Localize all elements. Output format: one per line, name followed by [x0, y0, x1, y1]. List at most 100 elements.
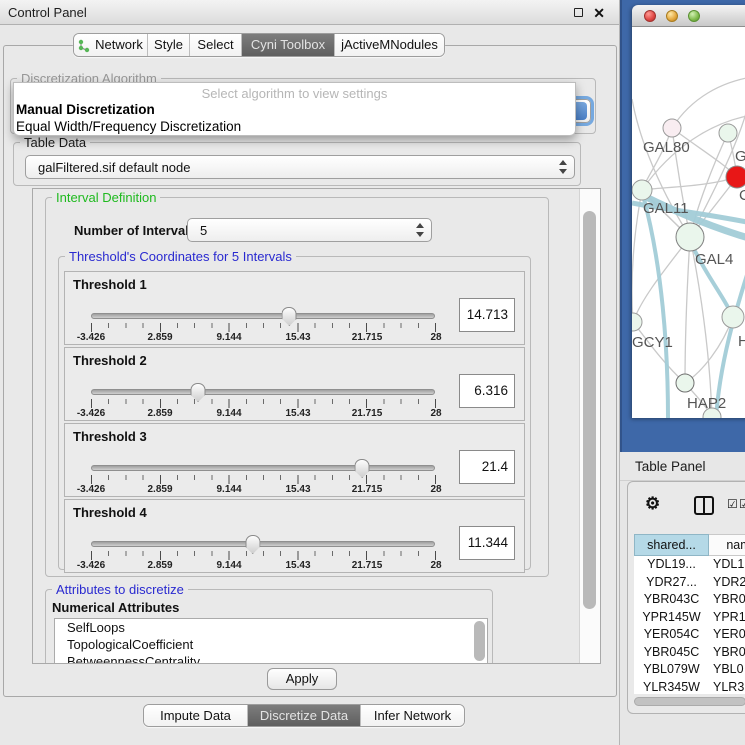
scale-label: 28	[430, 408, 441, 419]
slider-scale-labels: -3.426 2.859 9.144 15.43 21.715 28	[91, 484, 436, 496]
network-canvas[interactable]: GAL80 GA C GAL11 GAL4 H GCY1 HAP2	[632, 27, 745, 418]
tab-infer-network[interactable]: Infer Network	[361, 705, 464, 726]
scale-label: 21.715	[352, 408, 383, 419]
table-panel-titlebar: Table Panel	[620, 452, 745, 481]
panel-title: Control Panel	[8, 0, 87, 25]
thresholds-group-title: Threshold's Coordinates for 5 Intervals	[65, 249, 296, 264]
scale-label: 2.859	[147, 560, 172, 571]
network-view-window[interactable]: GAL80 GA C GAL11 GAL4 H GCY1 HAP2	[632, 5, 745, 418]
scale-label: 9.144	[216, 332, 241, 343]
table-row[interactable]: YBR045C YBR0	[634, 644, 745, 662]
table-rows: YDL19... YDL1 YDR27... YDR2 YBR043C YBR0…	[634, 556, 745, 694]
scale-label: -3.426	[77, 332, 105, 343]
tab-impute-data[interactable]: Impute Data	[144, 705, 248, 726]
tab-cyni-toolbox-label: Cyni Toolbox	[251, 34, 325, 56]
table-row[interactable]: YBR043C YBR0	[634, 591, 745, 609]
scale-label: 15.43	[285, 560, 310, 571]
minimize-traffic-light-icon[interactable]	[666, 10, 678, 22]
tab-cyni-toolbox[interactable]: Cyni Toolbox	[242, 34, 335, 56]
table-panel-title: Table Panel	[635, 452, 706, 481]
dropdown-item-equal-width[interactable]: Equal Width/Frequency Discretization	[16, 119, 241, 134]
table-row[interactable]: YER054C YER0	[634, 626, 745, 644]
checked-checkbox-icon[interactable]: ☑	[727, 498, 738, 510]
interval-definition-title: Interval Definition	[52, 190, 160, 205]
table-data-combobox[interactable]: galFiltered.sif default node	[25, 155, 575, 179]
threshold-2-value-field[interactable]: 6.316	[459, 374, 515, 408]
thresholds-group: Threshold's Coordinates for 5 Intervals …	[58, 256, 531, 570]
table-data-title: Table Data	[20, 135, 90, 150]
table-row[interactable]: YPR145W YPR1	[634, 609, 745, 627]
cell-shared-name: YBR043C	[634, 591, 709, 609]
apply-button[interactable]: Apply	[267, 668, 337, 690]
close-traffic-light-icon[interactable]	[644, 10, 656, 22]
settings-scrollbar-thumb[interactable]	[583, 211, 596, 609]
bottom-tab-strip: Impute Data Discretize Data Infer Networ…	[143, 704, 465, 727]
settings-scrollbar-track[interactable]	[579, 189, 600, 663]
threshold-1-slider[interactable]	[91, 313, 435, 319]
dropdown-item-manual-discretization[interactable]: Manual Discretization	[16, 102, 155, 117]
tab-jactivemnodules[interactable]: jActiveMNodules	[335, 34, 444, 56]
node-label-ga: GA	[735, 148, 745, 165]
tab-network-label: Network	[95, 34, 143, 56]
tab-infer-network-label: Infer Network	[374, 705, 451, 727]
attributes-group: Attributes to discretize Numerical Attri…	[45, 589, 493, 664]
scale-label: 21.715	[352, 560, 383, 571]
scale-label: 28	[430, 560, 441, 571]
node-label-gcy1: GCY1	[632, 334, 673, 351]
tab-network[interactable]: Network	[74, 34, 148, 56]
table-row[interactable]: YDL19... YDL1	[634, 556, 745, 574]
scale-label: -3.426	[77, 560, 105, 571]
tab-select[interactable]: Select	[190, 34, 242, 56]
threshold-1-value-field[interactable]: 14.713	[459, 298, 515, 332]
threshold-3-slider[interactable]	[91, 465, 435, 471]
scale-label: 2.859	[147, 332, 172, 343]
scale-label: 15.43	[285, 484, 310, 495]
network-window-titlebar[interactable]	[632, 5, 745, 27]
columns-icon[interactable]	[694, 496, 714, 515]
gear-icon[interactable]: ⚙	[645, 494, 660, 514]
cell-shared-name: YDR27...	[634, 574, 709, 592]
slider-scale-labels: -3.426 2.859 9.144 15.43 21.715 28	[91, 332, 436, 344]
threshold-4-value-field[interactable]: 11.344	[459, 526, 515, 560]
attributes-group-title: Attributes to discretize	[52, 582, 188, 597]
numerical-attributes-label: Numerical Attributes	[52, 600, 179, 615]
column-header-name[interactable]: name	[709, 534, 745, 556]
tab-select-label: Select	[197, 34, 233, 56]
slider-major-ticks	[91, 551, 436, 560]
node-attribute-table: shared... name YDL19... YDL1 YDR27... YD…	[634, 534, 745, 694]
threshold-2-slider[interactable]	[91, 389, 435, 395]
list-item-selfloops[interactable]: SelfLoops	[55, 619, 487, 636]
threshold-3-value-field[interactable]: 21.4	[459, 450, 515, 484]
tab-discretize-data[interactable]: Discretize Data	[248, 705, 361, 726]
stepper-icon[interactable]	[558, 160, 567, 174]
control-panel-titlebar: Control Panel ✕	[0, 0, 619, 25]
table-panel: ⚙ ☑ ☑ shared... name YDL19... YDL1 YDR27…	[627, 481, 745, 714]
close-icon[interactable]: ✕	[593, 3, 605, 23]
checked-checkbox-icon[interactable]: ☑	[739, 498, 745, 510]
table-row[interactable]: YBL079W YBL0	[634, 661, 745, 679]
list-item-topologicalcoefficient[interactable]: TopologicalCoefficient	[55, 636, 487, 653]
list-item-betweennesscentrality[interactable]: BetweennessCentrality	[55, 653, 487, 664]
cell-shared-name: YLR345W	[634, 679, 709, 695]
cell-shared-name: YER054C	[634, 626, 709, 644]
float-window-icon[interactable]	[574, 8, 583, 17]
threshold-3-label: Threshold 3	[73, 429, 147, 444]
scale-label: 15.43	[285, 408, 310, 419]
number-of-intervals-combobox[interactable]: 5	[187, 218, 432, 242]
zoom-traffic-light-icon[interactable]	[688, 10, 700, 22]
scale-label: 9.144	[216, 560, 241, 571]
scale-label: 28	[430, 332, 441, 343]
slider-scale-labels: -3.426 2.859 9.144 15.43 21.715 28	[91, 408, 436, 420]
threshold-2-label: Threshold 2	[73, 353, 147, 368]
threshold-4-slider[interactable]	[91, 541, 435, 547]
table-row[interactable]: YDR27... YDR2	[634, 574, 745, 592]
tab-discretize-data-label: Discretize Data	[260, 705, 348, 727]
table-horizontal-scrollbar[interactable]	[634, 697, 745, 706]
stepper-icon[interactable]	[415, 223, 424, 237]
tab-style[interactable]: Style	[148, 34, 190, 56]
table-row[interactable]: YLR345W YLR3	[634, 679, 745, 695]
numerical-attributes-list: SelfLoops TopologicalCoefficient Between…	[54, 618, 488, 664]
list-scrollbar[interactable]	[474, 621, 485, 661]
column-header-shared-name[interactable]: shared...	[634, 534, 709, 556]
control-panel: Control Panel ✕ Network Style Select	[0, 0, 620, 745]
